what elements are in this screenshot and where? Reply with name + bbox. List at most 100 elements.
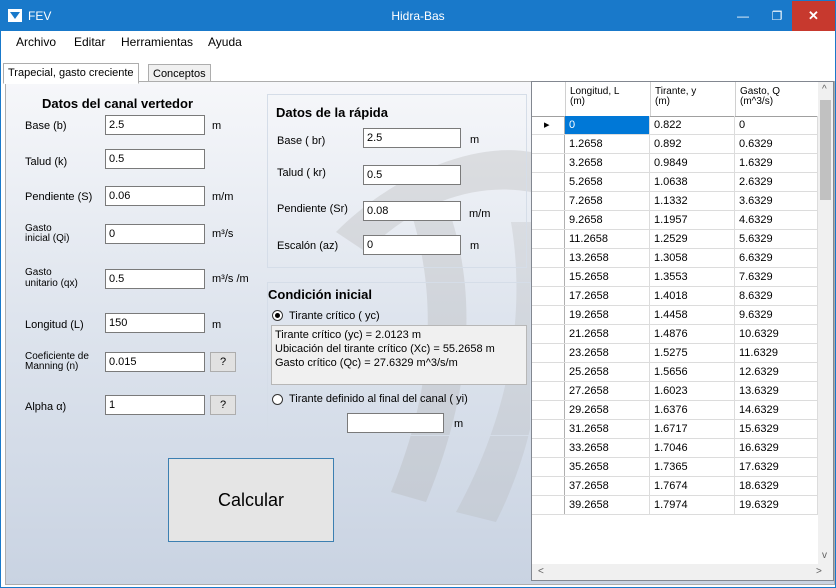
table-row[interactable]: ▸ 0 0.822 0 <box>532 116 818 135</box>
row-header[interactable] <box>532 477 565 495</box>
table-row[interactable]: 31.2658 1.6717 15.6329 <box>532 420 818 439</box>
row-header[interactable] <box>532 325 565 343</box>
longitud-cell[interactable]: 7.2658 <box>565 192 650 210</box>
row-header[interactable] <box>532 268 565 286</box>
longitud-cell[interactable]: 0 <box>565 116 650 134</box>
tirante-cell[interactable]: 1.6717 <box>650 420 735 438</box>
talud-input[interactable]: 0.5 <box>105 149 205 169</box>
alpha-help-button[interactable]: ? <box>210 395 236 415</box>
menu-herramientas[interactable]: Herramientas <box>121 35 193 49</box>
table-row[interactable]: 23.2658 1.5275 11.6329 <box>532 344 818 363</box>
table-row[interactable]: 17.2658 1.4018 8.6329 <box>532 287 818 306</box>
tab-trapecial[interactable]: Trapecial, gasto creciente <box>3 63 139 84</box>
vertical-scroll-thumb[interactable] <box>820 100 831 200</box>
longitud-cell[interactable]: 33.2658 <box>565 439 650 457</box>
tirante-cell[interactable]: 1.6023 <box>650 382 735 400</box>
table-row[interactable]: 9.2658 1.1957 4.6329 <box>532 211 818 230</box>
row-header[interactable] <box>532 192 565 210</box>
row-header[interactable] <box>532 458 565 476</box>
row-header[interactable] <box>532 287 565 305</box>
menu-ayuda[interactable]: Ayuda <box>208 35 242 49</box>
gasto-cell[interactable]: 2.6329 <box>735 173 818 191</box>
gasto-cell[interactable]: 11.6329 <box>735 344 818 362</box>
row-header[interactable] <box>532 173 565 191</box>
longitud-cell[interactable]: 15.2658 <box>565 268 650 286</box>
tirante-cell[interactable]: 1.2529 <box>650 230 735 248</box>
minimize-button[interactable]: — <box>726 1 760 31</box>
tirante-definido-radio[interactable] <box>272 394 283 405</box>
tirante-cell[interactable]: 1.7974 <box>650 496 735 514</box>
gasto-cell[interactable]: 14.6329 <box>735 401 818 419</box>
tirante-cell[interactable]: 1.5656 <box>650 363 735 381</box>
row-header[interactable] <box>532 344 565 362</box>
row-header[interactable] <box>532 249 565 267</box>
longitud-cell[interactable]: 5.2658 <box>565 173 650 191</box>
row-header[interactable] <box>532 135 565 153</box>
row-header[interactable] <box>532 230 565 248</box>
longitud-cell[interactable]: 23.2658 <box>565 344 650 362</box>
tirante-cell[interactable]: 1.0638 <box>650 173 735 191</box>
gasto-cell[interactable]: 13.6329 <box>735 382 818 400</box>
longitud-cell[interactable]: 3.2658 <box>565 154 650 172</box>
row-header[interactable] <box>532 496 565 514</box>
row-header[interactable] <box>532 401 565 419</box>
gasto-cell[interactable]: 8.6329 <box>735 287 818 305</box>
tirante-yi-input[interactable] <box>347 413 444 433</box>
longitud-cell[interactable]: 27.2658 <box>565 382 650 400</box>
gasto-cell[interactable]: 9.6329 <box>735 306 818 324</box>
table-row[interactable]: 7.2658 1.1332 3.6329 <box>532 192 818 211</box>
table-row[interactable]: 13.2658 1.3058 6.6329 <box>532 249 818 268</box>
longitud-cell[interactable]: 31.2658 <box>565 420 650 438</box>
tirante-critico-label[interactable]: Tirante crítico ( yc) <box>289 310 380 322</box>
tirante-cell[interactable]: 1.4018 <box>650 287 735 305</box>
tirante-definido-label[interactable]: Tirante definido al final del canal ( yi… <box>289 393 468 405</box>
gasto-unitario-input[interactable]: 0.5 <box>105 269 205 289</box>
alpha-input[interactable]: 1 <box>105 395 205 415</box>
tirante-cell[interactable]: 1.7674 <box>650 477 735 495</box>
gasto-cell[interactable]: 12.6329 <box>735 363 818 381</box>
table-row[interactable]: 29.2658 1.6376 14.6329 <box>532 401 818 420</box>
table-row[interactable]: 25.2658 1.5656 12.6329 <box>532 363 818 382</box>
tirante-cell[interactable]: 1.7365 <box>650 458 735 476</box>
tirante-cell[interactable]: 1.1957 <box>650 211 735 229</box>
header-longitud[interactable]: Longitud, L (m) <box>565 82 650 116</box>
longitud-cell[interactable]: 17.2658 <box>565 287 650 305</box>
manning-help-button[interactable]: ? <box>210 352 236 372</box>
gasto-cell[interactable]: 1.6329 <box>735 154 818 172</box>
tirante-cell[interactable]: 0.892 <box>650 135 735 153</box>
title-bar[interactable]: FEV Hidra-Bas — ❐ ✕ <box>1 1 835 31</box>
scroll-left-icon[interactable]: < <box>538 566 544 577</box>
gasto-cell[interactable]: 6.6329 <box>735 249 818 267</box>
table-row[interactable]: 33.2658 1.7046 16.6329 <box>532 439 818 458</box>
table-row[interactable]: 5.2658 1.0638 2.6329 <box>532 173 818 192</box>
table-row[interactable]: 11.2658 1.2529 5.6329 <box>532 230 818 249</box>
table-row[interactable]: 35.2658 1.7365 17.6329 <box>532 458 818 477</box>
header-gasto[interactable]: Gasto, Q (m^3/s) <box>735 82 818 116</box>
tirante-cell[interactable]: 1.5275 <box>650 344 735 362</box>
row-header[interactable] <box>532 420 565 438</box>
gasto-cell[interactable]: 19.6329 <box>735 496 818 514</box>
scroll-right-icon[interactable]: > <box>816 566 822 577</box>
gasto-inicial-input[interactable]: 0 <box>105 224 205 244</box>
longitud-cell[interactable]: 39.2658 <box>565 496 650 514</box>
tirante-cell[interactable]: 1.6376 <box>650 401 735 419</box>
rapida-pendiente-input[interactable]: 0.08 <box>363 201 461 221</box>
tirante-cell[interactable]: 1.3553 <box>650 268 735 286</box>
results-grid[interactable]: Longitud, L (m) Tirante, y (m) Gasto, Q … <box>531 81 834 581</box>
longitud-cell[interactable]: 13.2658 <box>565 249 650 267</box>
rapida-base-input[interactable]: 2.5 <box>363 128 461 148</box>
gasto-cell[interactable]: 3.6329 <box>735 192 818 210</box>
escalon-input[interactable]: 0 <box>363 235 461 255</box>
table-row[interactable]: 3.2658 0.9849 1.6329 <box>532 154 818 173</box>
tirante-critico-radio[interactable] <box>272 310 283 321</box>
row-header[interactable] <box>532 154 565 172</box>
menu-editar[interactable]: Editar <box>74 35 105 49</box>
tirante-cell[interactable]: 1.4876 <box>650 325 735 343</box>
row-header[interactable]: ▸ <box>532 116 565 134</box>
close-button[interactable]: ✕ <box>792 1 835 31</box>
gasto-cell[interactable]: 18.6329 <box>735 477 818 495</box>
gasto-cell[interactable]: 0.6329 <box>735 135 818 153</box>
table-row[interactable]: 27.2658 1.6023 13.6329 <box>532 382 818 401</box>
longitud-cell[interactable]: 29.2658 <box>565 401 650 419</box>
scroll-up-icon[interactable]: ^ <box>822 84 827 95</box>
